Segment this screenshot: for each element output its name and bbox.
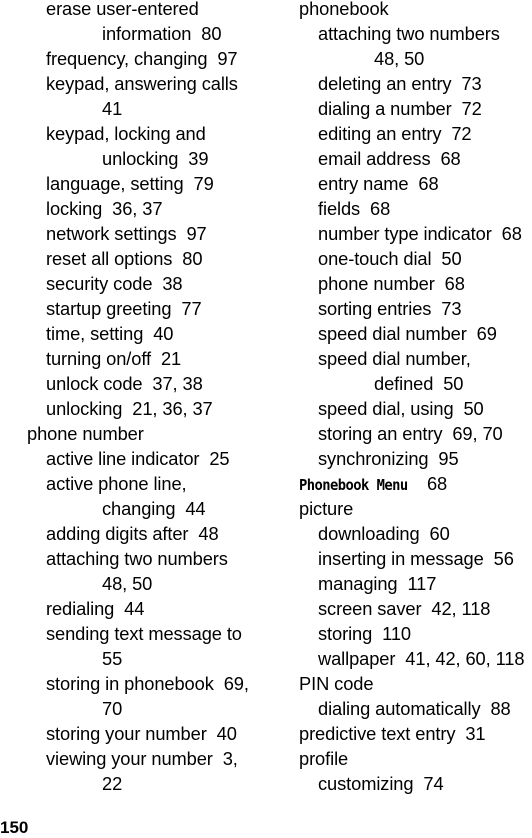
page-reference: 68 [417, 473, 448, 494]
index-subentry: locking 36, 37 [46, 198, 163, 219]
index-entry-continuation: 55 [102, 648, 123, 669]
index-subentry: speed dial number 69 [318, 323, 497, 344]
index-subentry: reset all options 80 [46, 248, 203, 269]
index-entry-continuation: unlocking 39 [102, 148, 209, 169]
index-subentry: sending text message to [46, 623, 242, 644]
index-subentry: speed dial number, [318, 348, 471, 369]
index-subentry: inserting in message 56 [318, 548, 514, 569]
index-subentry: screen saver 42, 118 [318, 598, 491, 619]
index-subentry: attaching two numbers [318, 23, 500, 44]
index-page: { "page_number": "150", "left_column": [… [0, 0, 532, 837]
index-subentry: storing 110 [318, 623, 411, 644]
index-subentry: time, setting 40 [46, 323, 174, 344]
index-subentry: frequency, changing 97 [46, 48, 238, 69]
index-entry: phone number [27, 423, 144, 444]
index-subentry: storing in phonebook 69, [46, 673, 249, 694]
index-entry: picture [299, 498, 354, 519]
index-entry: PIN code [299, 673, 374, 694]
index-subentry: wallpaper 41, 42, 60, 118 [318, 648, 525, 669]
index-subentry: sorting entries 73 [318, 298, 462, 319]
index-entry: profile [299, 748, 349, 769]
index-subentry: attaching two numbers [46, 548, 228, 569]
index-subentry: deleting an entry 73 [318, 73, 482, 94]
index-subentry: managing 117 [318, 573, 437, 594]
index-entry-continuation: 48, 50 [374, 48, 425, 69]
index-entry: predictive text entry 31 [299, 723, 486, 744]
index-column-left: erase user-entered information 80 frequenc… [27, 0, 267, 796]
index-subentry: phone number 68 [318, 273, 465, 294]
index-subentry: network settings 97 [46, 223, 207, 244]
page-number: 150 [0, 818, 29, 837]
index-entry-continuation: changing 44 [102, 498, 206, 519]
index-subentry: downloading 60 [318, 523, 450, 544]
index-subentry: redialing 44 [46, 598, 145, 619]
index-subentry: startup greeting 77 [46, 298, 202, 319]
index-entry-continuation: 22 [102, 773, 123, 794]
index-subentry: language, setting 79 [46, 173, 214, 194]
index-subentry: customizing 74 [318, 773, 444, 794]
index-subentry: active line indicator 25 [46, 448, 230, 469]
index-entry-continuation: 41 [102, 98, 123, 119]
menu-term: Phonebook Menu [299, 476, 408, 494]
index-entry-continuation: defined 50 [374, 373, 464, 394]
index-subentry: unlocking 21, 36, 37 [46, 398, 213, 419]
index-subentry: entry name 68 [318, 173, 439, 194]
index-entry-continuation: 70 [102, 698, 123, 719]
index-entry: Phonebook Menu 68 [299, 471, 532, 496]
index-subentry: security code 38 [46, 273, 183, 294]
index-subentry: dialing automatically 88 [318, 698, 511, 719]
index-entry-continuation: 48, 50 [102, 573, 153, 594]
index-subentry: speed dial, using 50 [318, 398, 484, 419]
index-subentry: adding digits after 48 [46, 523, 219, 544]
index-subentry: erase user-entered [46, 0, 199, 19]
index-subentry: keypad, answering calls [46, 73, 238, 94]
index-entry: phonebook [299, 0, 389, 19]
index-entry-continuation: information 80 [102, 23, 222, 44]
index-subentry: active phone line, [46, 473, 187, 494]
index-subentry: turning on/off 21 [46, 348, 182, 369]
index-subentry: number type indicator 68 [318, 223, 522, 244]
index-subentry: email address 68 [318, 148, 461, 169]
index-subentry: keypad, locking and [46, 123, 206, 144]
index-subentry: unlock code 37, 38 [46, 373, 203, 394]
index-column-right: phonebook attaching two numbers 48, 50 dele… [299, 0, 532, 796]
index-subentry: storing an entry 69, 70 [318, 423, 503, 444]
index-subentry: dialing a number 72 [318, 98, 482, 119]
index-subentry: synchronizing 95 [318, 448, 459, 469]
index-subentry: editing an entry 72 [318, 123, 472, 144]
index-subentry: one-touch dial 50 [318, 248, 462, 269]
index-subentry: fields 68 [318, 198, 391, 219]
index-subentry: storing your number 40 [46, 723, 237, 744]
index-subentry: viewing your number 3, [46, 748, 238, 769]
